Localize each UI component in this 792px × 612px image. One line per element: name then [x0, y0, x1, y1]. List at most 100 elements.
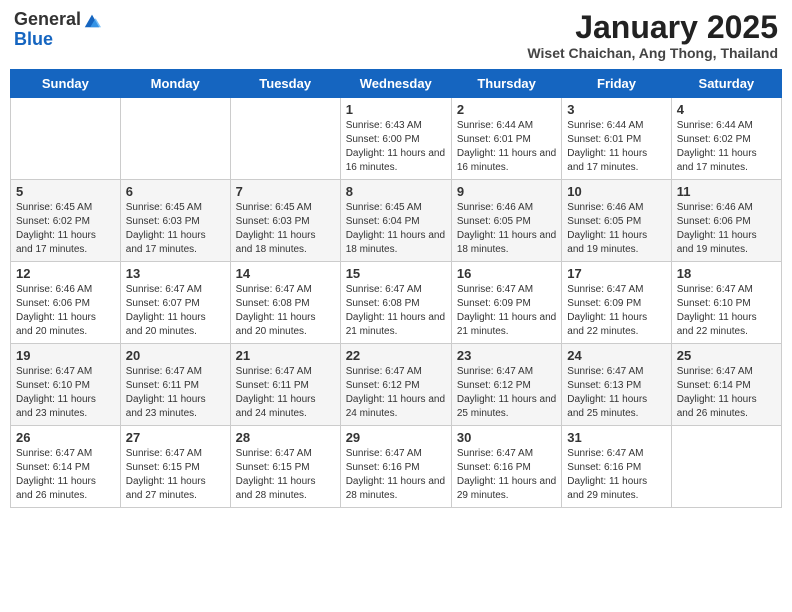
calendar-cell: 19 Sunrise: 6:47 AMSunset: 6:10 PMDayligh… [11, 344, 121, 426]
cell-details: Sunrise: 6:47 AMSunset: 6:13 PMDaylight:… [567, 365, 665, 421]
calendar-cell [120, 98, 230, 180]
calendar-cell: 14 Sunrise: 6:47 AMSunset: 6:08 PMDayligh… [230, 262, 340, 344]
calendar-cell: 25 Sunrise: 6:47 AMSunset: 6:14 PMDayligh… [671, 344, 781, 426]
day-number: 23 [457, 348, 556, 363]
day-header: Thursday [451, 70, 561, 98]
cell-details: Sunrise: 6:46 AMSunset: 6:06 PMDaylight:… [677, 201, 776, 257]
day-number: 5 [16, 184, 115, 199]
day-number: 25 [677, 348, 776, 363]
day-number: 19 [16, 348, 115, 363]
day-number: 9 [457, 184, 556, 199]
day-number: 18 [677, 266, 776, 281]
calendar-table: SundayMondayTuesdayWednesdayThursdayFrid… [10, 69, 782, 508]
cell-details: Sunrise: 6:47 AMSunset: 6:16 PMDaylight:… [346, 447, 446, 503]
page-header: General Blue January 2025 Wiset Chaichan… [10, 10, 782, 61]
day-number: 22 [346, 348, 446, 363]
cell-details: Sunrise: 6:47 AMSunset: 6:07 PMDaylight:… [126, 283, 225, 339]
calendar-week-row: 19 Sunrise: 6:47 AMSunset: 6:10 PMDayligh… [11, 344, 782, 426]
calendar-cell: 24 Sunrise: 6:47 AMSunset: 6:13 PMDayligh… [562, 344, 671, 426]
calendar-cell: 29 Sunrise: 6:47 AMSunset: 6:16 PMDayligh… [340, 426, 451, 508]
calendar-header-row: SundayMondayTuesdayWednesdayThursdayFrid… [11, 70, 782, 98]
cell-details: Sunrise: 6:47 AMSunset: 6:15 PMDaylight:… [236, 447, 335, 503]
calendar-cell: 11 Sunrise: 6:46 AMSunset: 6:06 PMDayligh… [671, 180, 781, 262]
day-number: 15 [346, 266, 446, 281]
day-number: 24 [567, 348, 665, 363]
logo-blue: Blue [14, 29, 53, 49]
calendar-week-row: 5Sunrise: 6:45 AMSunset: 6:02 PMDaylight… [11, 180, 782, 262]
cell-details: Sunrise: 6:44 AMSunset: 6:01 PMDaylight:… [567, 119, 665, 175]
day-number: 29 [346, 430, 446, 445]
cell-details: Sunrise: 6:47 AMSunset: 6:12 PMDaylight:… [457, 365, 556, 421]
calendar-cell: 1 Sunrise: 6:43 AMSunset: 6:00 PMDaylight… [340, 98, 451, 180]
month-title: January 2025 [527, 10, 778, 45]
calendar-cell: 27Sunrise: 6:47 AMSunset: 6:15 PMDayligh… [120, 426, 230, 508]
calendar-cell: 16Sunrise: 6:47 AMSunset: 6:09 PMDayligh… [451, 262, 561, 344]
day-header: Saturday [671, 70, 781, 98]
calendar-cell: 5Sunrise: 6:45 AMSunset: 6:02 PMDaylight… [11, 180, 121, 262]
calendar-cell: 7 Sunrise: 6:45 AMSunset: 6:03 PMDaylight… [230, 180, 340, 262]
day-number: 1 [346, 102, 446, 117]
calendar-cell: 10 Sunrise: 6:46 AMSunset: 6:05 PMDayligh… [562, 180, 671, 262]
cell-details: Sunrise: 6:47 AMSunset: 6:11 PMDaylight:… [126, 365, 225, 421]
calendar-week-row: 12 Sunrise: 6:46 AMSunset: 6:06 PMDayligh… [11, 262, 782, 344]
day-number: 6 [126, 184, 225, 199]
day-number: 10 [567, 184, 665, 199]
calendar-cell: 17 Sunrise: 6:47 AMSunset: 6:09 PMDayligh… [562, 262, 671, 344]
logo: General Blue [14, 10, 101, 50]
calendar-cell: 20 Sunrise: 6:47 AMSunset: 6:11 PMDayligh… [120, 344, 230, 426]
cell-details: Sunrise: 6:47 AMSunset: 6:14 PMDaylight:… [16, 447, 115, 503]
cell-details: Sunrise: 6:47 AMSunset: 6:16 PMDaylight:… [457, 447, 556, 503]
day-header: Wednesday [340, 70, 451, 98]
day-number: 26 [16, 430, 115, 445]
day-number: 21 [236, 348, 335, 363]
cell-details: Sunrise: 6:47 AMSunset: 6:09 PMDaylight:… [567, 283, 665, 339]
calendar-cell: 4Sunrise: 6:44 AMSunset: 6:02 PMDaylight… [671, 98, 781, 180]
calendar-cell: 6 Sunrise: 6:45 AMSunset: 6:03 PMDaylight… [120, 180, 230, 262]
day-header: Friday [562, 70, 671, 98]
cell-details: Sunrise: 6:47 AMSunset: 6:10 PMDaylight:… [16, 365, 115, 421]
day-number: 12 [16, 266, 115, 281]
cell-details: Sunrise: 6:46 AMSunset: 6:06 PMDaylight:… [16, 283, 115, 339]
calendar-cell: 9Sunrise: 6:46 AMSunset: 6:05 PMDaylight… [451, 180, 561, 262]
cell-details: Sunrise: 6:47 AMSunset: 6:16 PMDaylight:… [567, 447, 665, 503]
calendar-cell: 23 Sunrise: 6:47 AMSunset: 6:12 PMDayligh… [451, 344, 561, 426]
day-number: 17 [567, 266, 665, 281]
cell-details: Sunrise: 6:45 AMSunset: 6:03 PMDaylight:… [126, 201, 225, 257]
cell-details: Sunrise: 6:45 AMSunset: 6:03 PMDaylight:… [236, 201, 335, 257]
cell-details: Sunrise: 6:43 AMSunset: 6:00 PMDaylight:… [346, 119, 446, 175]
calendar-cell: 22 Sunrise: 6:47 AMSunset: 6:12 PMDayligh… [340, 344, 451, 426]
cell-details: Sunrise: 6:45 AMSunset: 6:04 PMDaylight:… [346, 201, 446, 257]
day-number: 4 [677, 102, 776, 117]
calendar-cell: 28 Sunrise: 6:47 AMSunset: 6:15 PMDayligh… [230, 426, 340, 508]
day-number: 8 [346, 184, 446, 199]
location-subtitle: Wiset Chaichan, Ang Thong, Thailand [527, 45, 778, 61]
cell-details: Sunrise: 6:44 AMSunset: 6:01 PMDaylight:… [457, 119, 556, 175]
day-number: 28 [236, 430, 335, 445]
cell-details: Sunrise: 6:47 AMSunset: 6:15 PMDaylight:… [126, 447, 225, 503]
calendar-cell: 21 Sunrise: 6:47 AMSunset: 6:11 PMDayligh… [230, 344, 340, 426]
calendar-cell: 8 Sunrise: 6:45 AMSunset: 6:04 PMDaylight… [340, 180, 451, 262]
cell-details: Sunrise: 6:47 AMSunset: 6:14 PMDaylight:… [677, 365, 776, 421]
day-number: 13 [126, 266, 225, 281]
day-number: 11 [677, 184, 776, 199]
day-number: 7 [236, 184, 335, 199]
cell-details: Sunrise: 6:47 AMSunset: 6:10 PMDaylight:… [677, 283, 776, 339]
cell-details: Sunrise: 6:47 AMSunset: 6:09 PMDaylight:… [457, 283, 556, 339]
cell-details: Sunrise: 6:47 AMSunset: 6:12 PMDaylight:… [346, 365, 446, 421]
day-number: 14 [236, 266, 335, 281]
calendar-cell: 15 Sunrise: 6:47 AMSunset: 6:08 PMDayligh… [340, 262, 451, 344]
day-header: Monday [120, 70, 230, 98]
day-header: Tuesday [230, 70, 340, 98]
logo-icon [83, 11, 101, 29]
calendar-cell [11, 98, 121, 180]
cell-details: Sunrise: 6:47 AMSunset: 6:11 PMDaylight:… [236, 365, 335, 421]
logo-general: General [14, 10, 81, 30]
calendar-cell: 3Sunrise: 6:44 AMSunset: 6:01 PMDaylight… [562, 98, 671, 180]
cell-details: Sunrise: 6:47 AMSunset: 6:08 PMDaylight:… [236, 283, 335, 339]
day-number: 20 [126, 348, 225, 363]
calendar-cell: 31 Sunrise: 6:47 AMSunset: 6:16 PMDayligh… [562, 426, 671, 508]
calendar-cell: 2Sunrise: 6:44 AMSunset: 6:01 PMDaylight… [451, 98, 561, 180]
day-number: 31 [567, 430, 665, 445]
cell-details: Sunrise: 6:47 AMSunset: 6:08 PMDaylight:… [346, 283, 446, 339]
cell-details: Sunrise: 6:46 AMSunset: 6:05 PMDaylight:… [567, 201, 665, 257]
